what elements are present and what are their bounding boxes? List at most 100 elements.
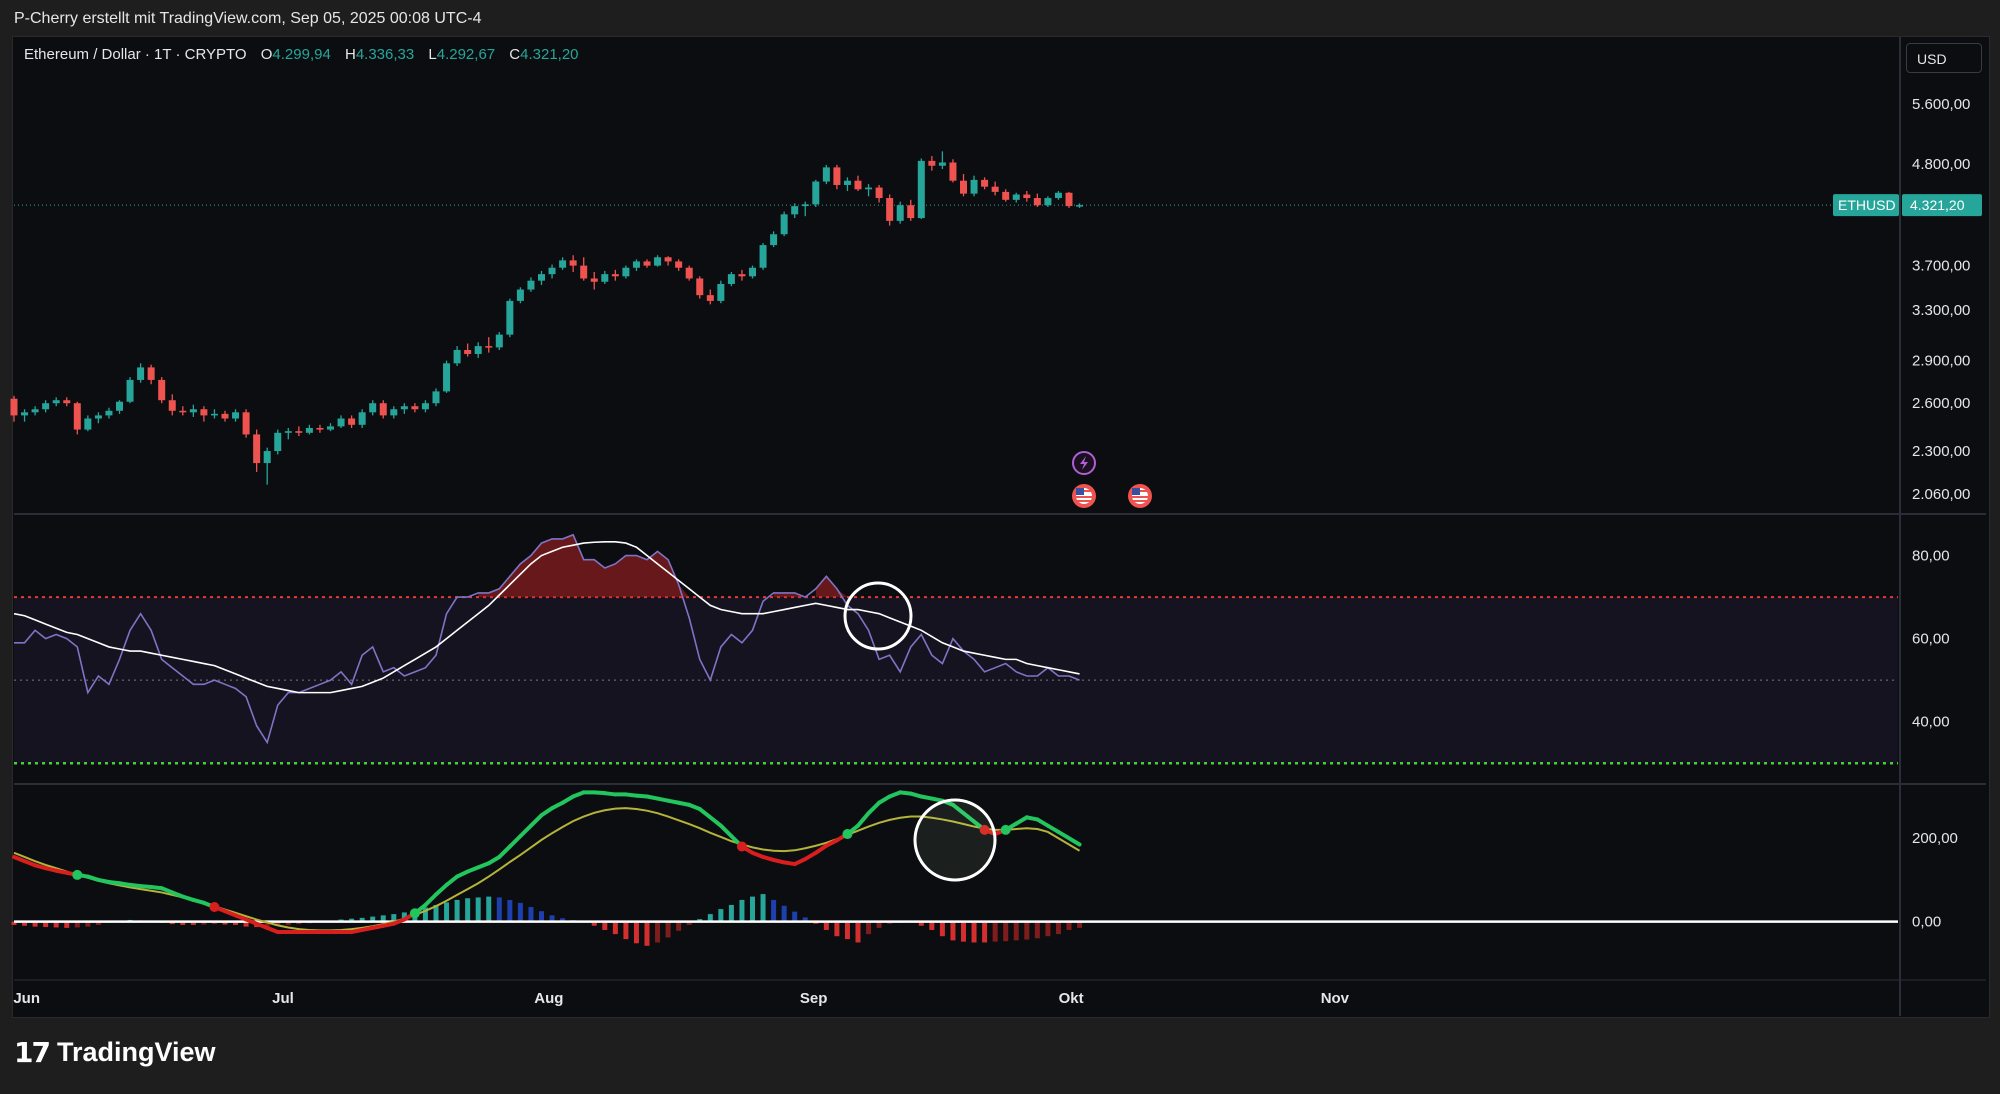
macd-histogram-bar: [475, 897, 481, 922]
candle-body: [1033, 198, 1041, 206]
candle-body: [284, 431, 292, 433]
macd-histogram-bar: [1034, 921, 1040, 939]
time-tick-label: Aug: [534, 990, 563, 1007]
rsi-tick-label: 80,00: [1912, 548, 1950, 565]
symbol-tag-label: ETHUSD: [1838, 197, 1896, 213]
candle-body: [390, 409, 398, 416]
macd-histogram-bar: [1066, 921, 1072, 930]
rsi-tick-label: 40,00: [1912, 714, 1950, 731]
macd-histogram-bar: [781, 905, 787, 922]
macd-histogram-bar: [1045, 921, 1051, 937]
candle-body: [664, 257, 672, 262]
candle-body: [516, 289, 524, 301]
candle-body: [1002, 191, 1010, 200]
candle-body: [780, 214, 788, 235]
macd-line-segment: [507, 834, 523, 849]
macd-histogram-bar: [939, 921, 945, 937]
time-tick-label: Okt: [1059, 990, 1084, 1007]
candle-body: [928, 160, 936, 166]
candle-body: [559, 260, 567, 268]
macd-pane: [11, 790, 1898, 946]
macd-line-segment: [856, 811, 871, 828]
candle-body: [538, 274, 545, 281]
candle-body: [1076, 205, 1084, 207]
macd-histogram-bar: [496, 897, 502, 922]
candle-body: [253, 434, 261, 464]
brand-name: TradingView: [56, 1037, 216, 1067]
candle-body: [379, 403, 387, 416]
candle-body: [717, 283, 725, 301]
candle-body: [812, 181, 820, 205]
macd-histogram-bar: [992, 921, 998, 942]
candle-body: [189, 409, 197, 413]
macd-cross-dot: [72, 869, 83, 880]
candle-body: [137, 367, 145, 380]
macd-cross-dot: [209, 902, 220, 913]
candle-body: [73, 403, 81, 430]
macd-histogram-bar: [929, 921, 935, 930]
brand-footer: 17 TradingView: [14, 1036, 216, 1069]
candle-body: [263, 451, 271, 464]
candle-body: [295, 431, 303, 433]
macd-line-segment: [718, 823, 734, 839]
candle-body: [432, 391, 440, 404]
candle-body: [200, 409, 208, 416]
macd-line-segment: [1067, 836, 1082, 847]
candle-body: [654, 257, 662, 266]
candle-body: [316, 427, 324, 430]
rsi-overbought-fill: [478, 534, 848, 598]
macd-histogram-bar: [1013, 921, 1019, 941]
candle-body: [886, 198, 894, 221]
price-tick-label: 5.600,00: [1912, 96, 1970, 113]
open-value: 4.299,94: [272, 46, 331, 63]
candle-body: [548, 267, 556, 275]
macd-histogram-bar: [665, 921, 671, 938]
tradingview-logo-icon: 17: [14, 1036, 51, 1069]
macd-line-segment: [528, 813, 544, 828]
macd-histogram-bar: [676, 921, 682, 931]
candle-body: [632, 261, 640, 268]
candle-body: [991, 186, 999, 192]
macd-line-segment: [866, 800, 882, 816]
candle-body: [696, 278, 704, 296]
us-flag-icon[interactable]: [1072, 484, 1096, 508]
candle-body: [485, 346, 493, 348]
candle-body: [52, 400, 60, 404]
candle-body: [1065, 192, 1073, 207]
candle-body: [917, 160, 925, 219]
candle-body: [822, 167, 830, 182]
candle-body: [1012, 194, 1020, 200]
candle-body: [411, 406, 419, 410]
low-value: 4.292,67: [436, 46, 496, 63]
macd-line-segment: [518, 823, 533, 839]
candle-body: [464, 350, 472, 354]
time-tick-label: Nov: [1321, 990, 1350, 1007]
currency-selector[interactable]: USD: [1906, 43, 1982, 73]
candle-body: [527, 280, 535, 290]
us-flag-icon-canton: [1076, 488, 1084, 495]
price-pane: ETHUSD 4.321,20: [14, 194, 1982, 217]
macd-histogram-bar: [971, 921, 977, 943]
candle-body: [949, 162, 957, 181]
candle-body: [179, 410, 187, 413]
macd-tick-label: 200,00: [1912, 830, 1958, 847]
macd-histogram-bar: [866, 921, 872, 935]
lightning-icon[interactable]: [1072, 451, 1096, 475]
event-icons[interactable]: [1072, 451, 1152, 508]
open-label: O: [260, 46, 273, 63]
macd-histogram-bar: [739, 899, 745, 922]
candle-body: [907, 205, 915, 219]
macd-histogram-bar: [507, 899, 513, 922]
candle-body: [84, 418, 92, 430]
candle-body: [1054, 192, 1062, 199]
macd-line-segment: [708, 815, 723, 828]
candle-body: [305, 427, 313, 433]
us-flag-icon[interactable]: [1128, 484, 1152, 508]
macd-histogram-bar: [602, 921, 608, 930]
price-tick-label: 2.600,00: [1912, 395, 1970, 412]
macd-histogram-bar: [486, 896, 492, 922]
candle-body: [590, 278, 598, 282]
candle-body: [706, 295, 714, 301]
macd-cross-dot: [736, 841, 747, 852]
chart-canvas[interactable]: ETHUSD 4.321,20 5.600,00 4.800,00 3.700,00 3…: [0, 0, 2000, 1094]
